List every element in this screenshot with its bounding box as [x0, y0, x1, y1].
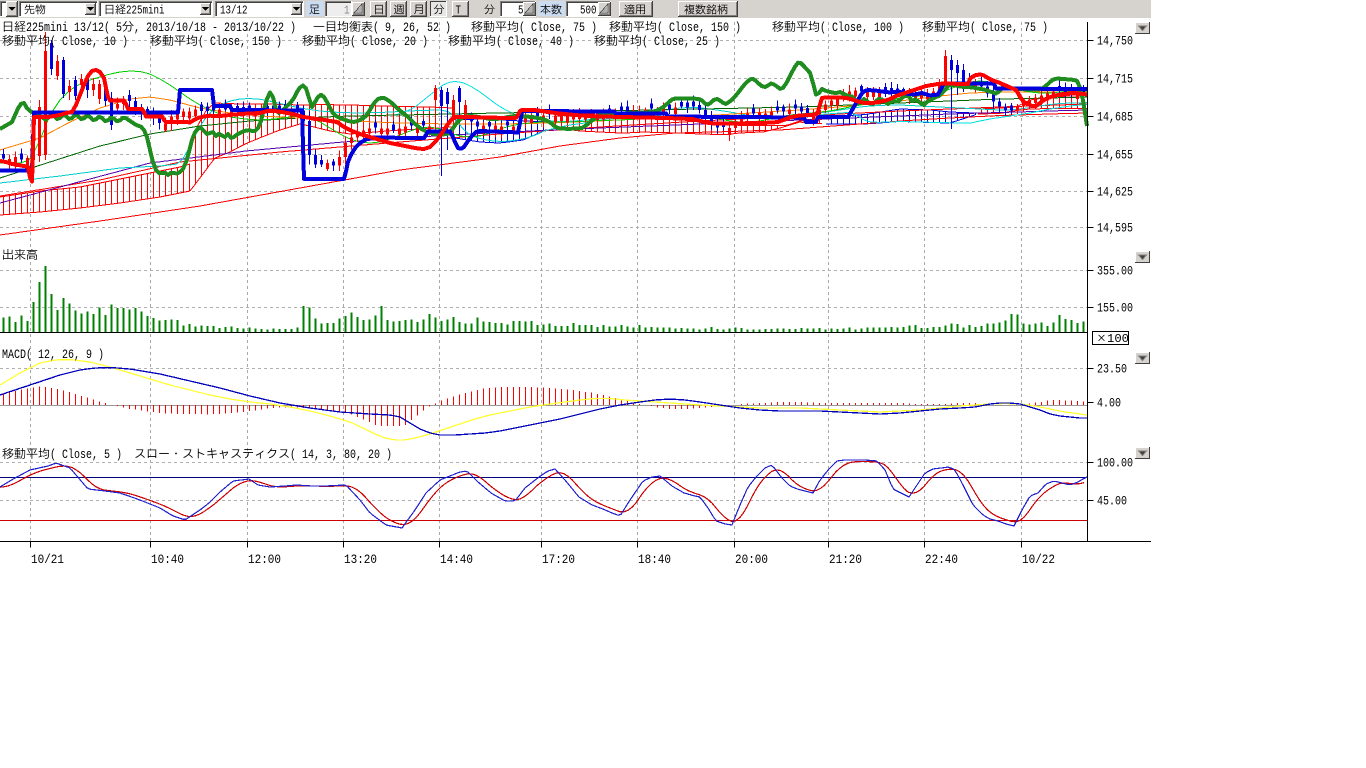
svg-text:( Close, 5 ): ( Close, 5 ): [50, 447, 122, 462]
svg-text:MACD( 12, 26, 9 ): MACD( 12, 26, 9 ): [2, 347, 104, 362]
svg-text:355.00: 355.00: [1097, 264, 1133, 279]
svg-text:100.00: 100.00: [1097, 456, 1133, 471]
svg-text:17:20: 17:20: [542, 552, 575, 567]
svg-text:1: 1: [344, 4, 350, 18]
svg-text:( Close, 20 ): ( Close, 20 ): [350, 34, 428, 49]
svg-text:14,625: 14,625: [1097, 185, 1133, 200]
svg-text:21:20: 21:20: [829, 552, 862, 567]
svg-text:45.00: 45.00: [1097, 494, 1127, 509]
svg-text:( Close, 150 ): ( Close, 150 ): [198, 34, 282, 49]
svg-text:( Close, 75 ): ( Close, 75 ): [519, 20, 597, 35]
svg-text:14,655: 14,655: [1097, 148, 1133, 163]
svg-text:( 14, 3, 80, 20 ): ( 14, 3, 80, 20 ): [290, 447, 392, 462]
svg-text:T: T: [456, 4, 462, 18]
svg-text:14:40: 14:40: [440, 552, 473, 567]
svg-text:20:00: 20:00: [735, 552, 768, 567]
svg-text:225mini 13/12( 5: 225mini 13/12( 5: [26, 20, 122, 35]
svg-text:10/22: 10/22: [1022, 552, 1055, 567]
svg-text:( Close, 75 ): ( Close, 75 ): [970, 20, 1048, 35]
svg-text:500: 500: [580, 4, 597, 18]
svg-text:( Close, 10 ): ( Close, 10 ): [50, 34, 128, 49]
svg-text:100: 100: [1107, 332, 1129, 346]
svg-text:18:40: 18:40: [638, 552, 671, 567]
svg-text:4.00: 4.00: [1097, 396, 1121, 411]
svg-text:22:40: 22:40: [925, 552, 958, 567]
svg-text:13/12: 13/12: [220, 4, 248, 18]
svg-text:( Close, 150 ): ( Close, 150 ): [657, 20, 741, 35]
svg-text:12:00: 12:00: [248, 552, 281, 567]
svg-text:14,595: 14,595: [1097, 221, 1133, 236]
svg-text:5: 5: [518, 4, 524, 18]
svg-text:( Close, 25 ): ( Close, 25 ): [642, 34, 720, 49]
svg-text:( Close, 100 ): ( Close, 100 ): [820, 20, 904, 35]
svg-text:155.00: 155.00: [1097, 301, 1133, 316]
svg-text:( Close, 40 ): ( Close, 40 ): [496, 34, 574, 49]
svg-text:, 2013/10/18 - 2013/10/22 ): , 2013/10/18 - 2013/10/22 ): [134, 20, 296, 35]
svg-text:10:40: 10:40: [151, 552, 184, 567]
svg-text:( 9, 26, 52 ): ( 9, 26, 52 ): [373, 20, 451, 35]
svg-text:13:20: 13:20: [344, 552, 377, 567]
svg-text:14,685: 14,685: [1097, 110, 1133, 125]
svg-text:225mini: 225mini: [126, 4, 165, 18]
svg-text:14,715: 14,715: [1097, 72, 1133, 87]
svg-text:10/21: 10/21: [31, 552, 64, 567]
svg-text:14,750: 14,750: [1097, 34, 1133, 49]
svg-text:23.50: 23.50: [1097, 362, 1127, 377]
